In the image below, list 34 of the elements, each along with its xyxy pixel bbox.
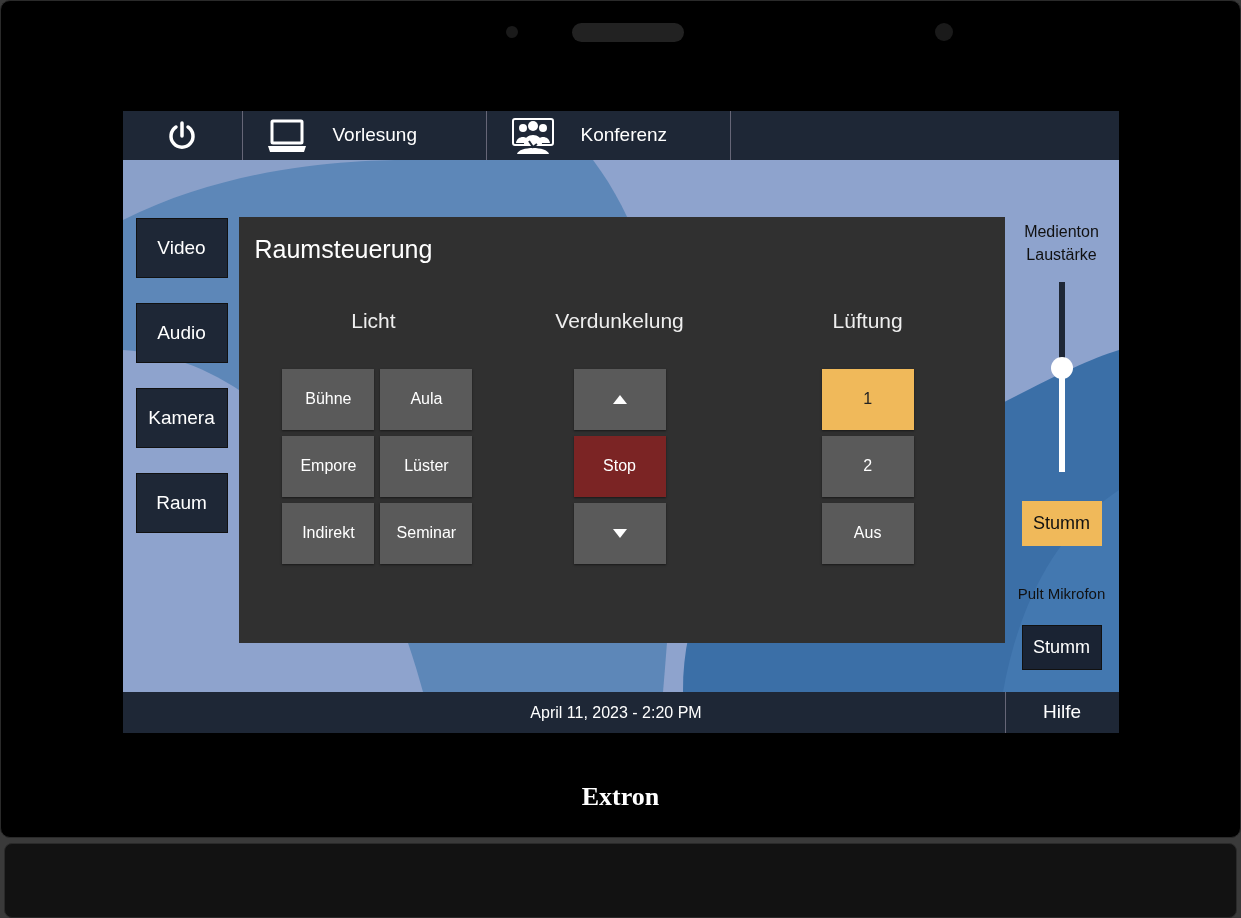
nav-button[interactable]: Video <box>135 218 228 278</box>
group-heading: Licht <box>351 307 396 334</box>
nav-button[interactable]: Kamera <box>135 388 228 448</box>
date-time: April 11, 2023 - 2:20 PM <box>529 702 703 723</box>
light-button[interactable]: Indirekt <box>282 502 375 564</box>
group-heading: Verdunkelung <box>555 307 684 334</box>
volume-slider[interactable] <box>1050 282 1073 472</box>
microphone-label: Pult Mikrofon <box>1017 584 1106 604</box>
fan-speed-button[interactable]: 1 <box>821 368 914 430</box>
panel-title: Raumsteuerung <box>253 234 434 265</box>
stop-button[interactable]: Stop <box>573 435 666 497</box>
down-triangle-icon <box>612 528 627 538</box>
mute-button[interactable]: Stumm <box>1021 624 1102 670</box>
camera-lens <box>506 26 518 38</box>
light-button[interactable]: Seminar <box>380 502 473 564</box>
light-button[interactable]: Empore <box>282 435 375 497</box>
light-button[interactable]: Bühne <box>282 368 375 430</box>
nav-button[interactable]: Audio <box>135 303 228 363</box>
help-button[interactable]: Hilfe <box>1004 692 1119 733</box>
volume-label: Medienton <box>1024 222 1099 242</box>
mute-button[interactable]: Stumm <box>1021 501 1102 546</box>
nav-button[interactable]: Raum <box>135 473 228 533</box>
fan-speed-button[interactable]: 2 <box>821 435 914 497</box>
volume-label: Laustärke <box>1026 245 1097 265</box>
light-button[interactable]: Lüster <box>380 435 473 497</box>
up-triangle-icon <box>612 394 627 404</box>
power-icon <box>167 119 197 152</box>
fan-speed-button[interactable]: Aus <box>821 502 914 564</box>
group-heading: Lüftung <box>832 307 903 334</box>
laptop-icon <box>266 118 307 153</box>
camera-lens <box>935 23 953 41</box>
people-icon <box>510 116 555 155</box>
logo: Extron <box>581 781 660 813</box>
light-button[interactable]: Aula <box>380 368 473 430</box>
